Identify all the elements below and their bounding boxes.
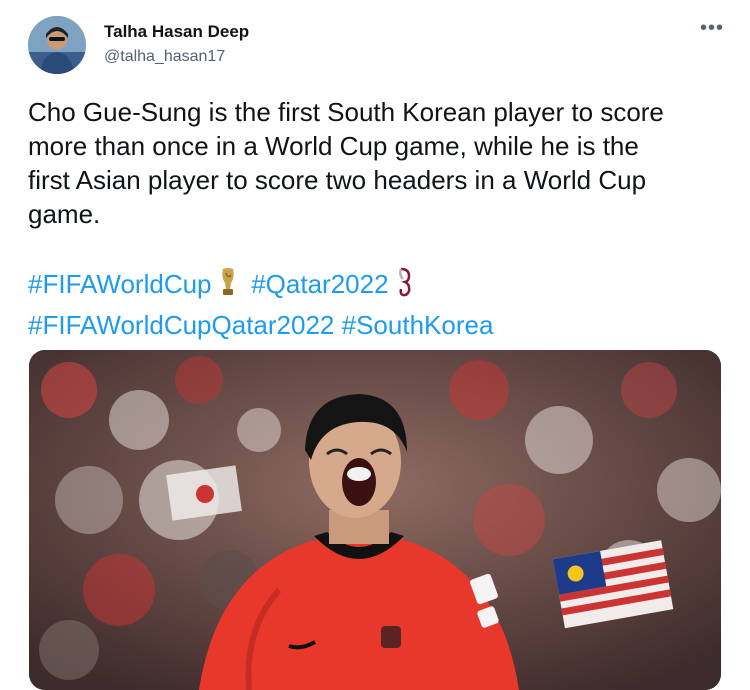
hashtag-line: #FIFAWorldCup #Qatar2022: [28, 266, 728, 307]
tweet-text-line: Cho Gue-Sung is the first South Korean p…: [28, 97, 664, 127]
hashtag-link[interactable]: #SouthKorea: [342, 310, 494, 340]
tweet-text-line: first Asian player to score two headers …: [28, 165, 647, 195]
hashtag-block: #FIFAWorldCup #Qatar2022 #FIFAWorldCupQa…: [28, 266, 728, 344]
tweet-text-line: game.: [28, 199, 101, 229]
hashtag-link[interactable]: #FIFAWorldCup: [28, 269, 212, 299]
tweet-text-line: more than once in a World Cup game, whil…: [28, 131, 639, 161]
hashtag-line: #FIFAWorldCupQatar2022 #SouthKorea: [28, 307, 728, 344]
tweet-card: Talha Hasan Deep @talha_hasan17 ••• Cho …: [0, 0, 750, 690]
tweet-text: Cho Gue-Sung is the first South Korean p…: [28, 95, 728, 231]
more-options-icon[interactable]: •••: [700, 18, 724, 38]
avatar[interactable]: [28, 16, 86, 74]
author-display-name[interactable]: Talha Hasan Deep: [104, 22, 249, 42]
author-handle[interactable]: @talha_hasan17: [104, 48, 225, 66]
trophy-emoji-icon: [219, 267, 237, 307]
qatar2022-emblem-icon: [396, 267, 414, 307]
tweet-photo[interactable]: [29, 350, 721, 690]
hashtag-link[interactable]: #Qatar2022: [251, 269, 388, 299]
hashtag-link[interactable]: #FIFAWorldCupQatar2022: [28, 310, 334, 340]
